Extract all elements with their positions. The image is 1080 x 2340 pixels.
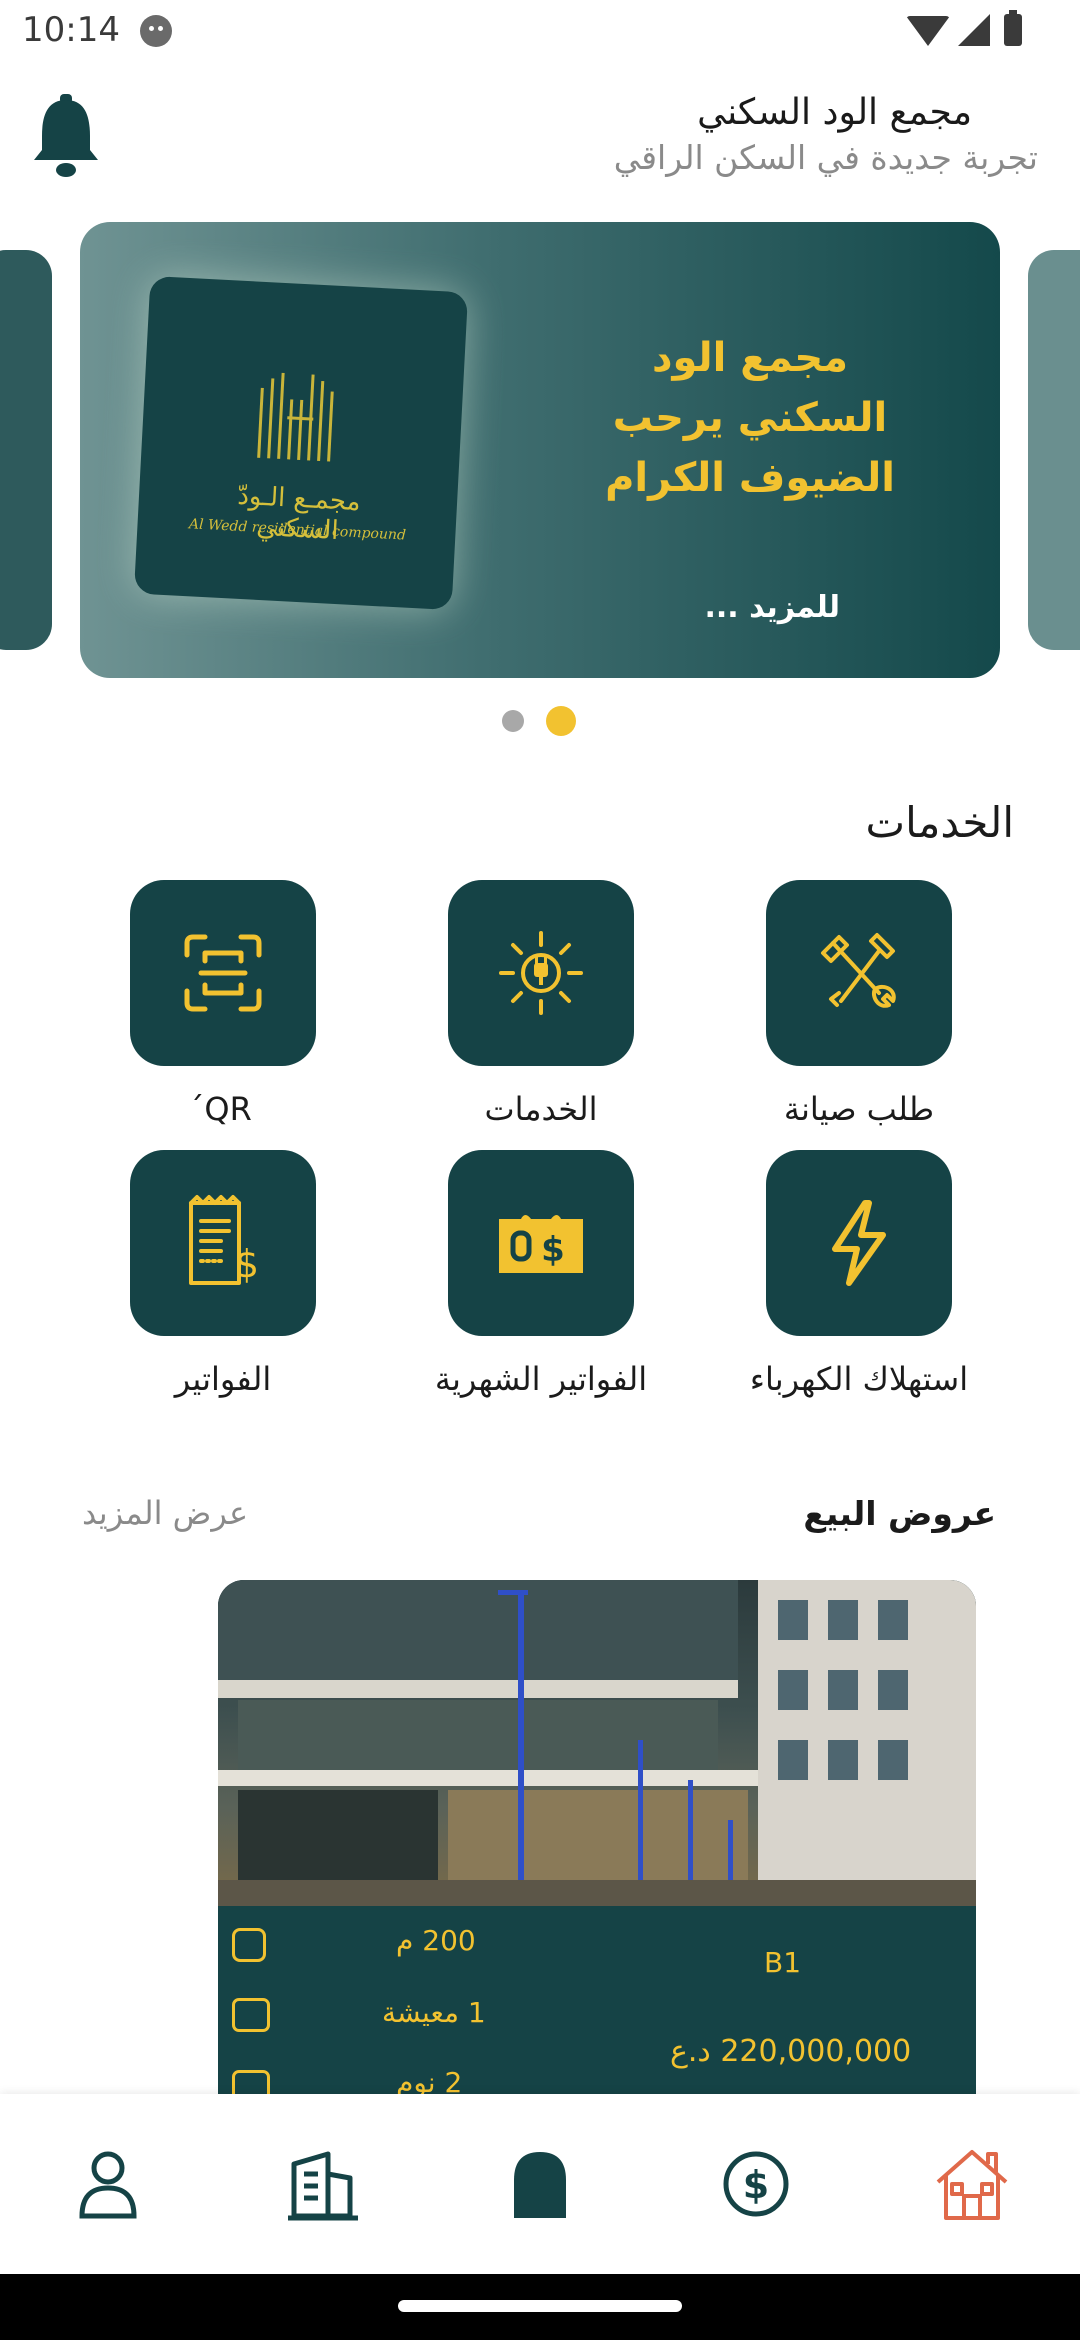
qr-tile[interactable] [130, 880, 316, 1066]
carousel-dot-2-active[interactable] [546, 706, 576, 736]
home-gesture-pill[interactable] [398, 2300, 682, 2312]
monthly-bill-icon: $ [499, 1215, 583, 1273]
arch-icon [514, 2152, 566, 2218]
electricity-usage-label: استهلاك الكهرباء [749, 1360, 969, 1398]
property-price: 220,000,000 د.ع [670, 2034, 912, 2069]
nav-profile[interactable] [68, 2144, 148, 2224]
property-card[interactable]: 200 م B1 1 معيشة 220,000,000 د.ع 2 نوم [218, 1580, 976, 2140]
nav-payments[interactable]: $ [716, 2144, 796, 2224]
wifi-icon [906, 16, 950, 46]
battery-icon [1004, 10, 1022, 46]
sales-offers-title: عروض البيع [803, 1494, 996, 1533]
nav-buildings[interactable] [284, 2144, 364, 2224]
bills-label: الفواتير [174, 1360, 272, 1398]
compound-logo: مجمـع الـودّ السكني Al Wedd residential … [133, 275, 469, 611]
svg-text:$: $ [541, 1230, 565, 1270]
banner-more-link[interactable]: للمزيد ... [704, 590, 840, 625]
maintenance-request-label: طلب صيانة [783, 1090, 935, 1128]
notification-face-icon [140, 15, 172, 47]
android-navigation-bar [0, 2274, 1080, 2340]
bills-tile[interactable]: $ [130, 1150, 316, 1336]
receipt-icon: $ [189, 1195, 259, 1286]
house-icon [936, 2150, 1008, 2220]
services-tile[interactable] [448, 880, 634, 1066]
services-label: الخدمات [484, 1090, 598, 1128]
qr-label: QR ́ [194, 1090, 252, 1128]
lightning-icon [832, 1200, 886, 1286]
property-photo [218, 1580, 976, 1906]
sun-plug-icon [499, 931, 583, 1015]
person-icon [79, 2151, 137, 2219]
bottom-navigation: $ [0, 2094, 1080, 2274]
promo-banner[interactable]: مجمـع الـودّ السكني Al Wedd residential … [80, 222, 1000, 678]
status-bar: 10:14 [0, 0, 1080, 64]
carousel-dot-1[interactable] [502, 710, 524, 732]
app-title: مجمع الود السكني [697, 92, 972, 133]
area-icon [232, 1928, 266, 1962]
monthly-bills-label: الفواتير الشهرية [434, 1360, 648, 1398]
qr-scan-icon [184, 934, 262, 1012]
building-icon [288, 2151, 358, 2221]
services-section-title: الخدمات [865, 798, 1014, 847]
nav-home[interactable] [932, 2144, 1012, 2224]
logo-building-mark [249, 367, 354, 462]
signal-icon [958, 14, 990, 46]
sales-see-more-link[interactable]: عرض المزيد [82, 1494, 248, 1532]
maintenance-request-tile[interactable] [766, 880, 952, 1066]
carousel-next-card[interactable] [1028, 250, 1080, 650]
property-area: 200 م [396, 1924, 476, 1957]
app-subtitle: تجربة جديدة في السكن الراقي [613, 138, 1038, 177]
dollar-circle-icon: $ [723, 2151, 789, 2217]
banner-headline: مجمع الود السكني يرحب الضيوف الكرام [605, 335, 895, 501]
carousel-prev-card[interactable] [0, 250, 52, 650]
wrench-hammer-icon [821, 933, 896, 1008]
property-living: 1 معيشة [382, 1996, 486, 2029]
status-time: 10:14 [22, 10, 120, 50]
monthly-bills-tile[interactable]: $ [448, 1150, 634, 1336]
carousel-indicator [502, 704, 582, 738]
status-icons [906, 10, 1056, 48]
sofa-icon [232, 1998, 270, 2032]
property-code: B1 [764, 1946, 802, 1979]
electricity-usage-tile[interactable] [766, 1150, 952, 1336]
svg-text:$: $ [743, 2163, 769, 2207]
svg-text:$: $ [235, 1242, 259, 1286]
nav-home-arch[interactable] [500, 2144, 580, 2224]
notification-bell-icon[interactable] [30, 92, 102, 180]
